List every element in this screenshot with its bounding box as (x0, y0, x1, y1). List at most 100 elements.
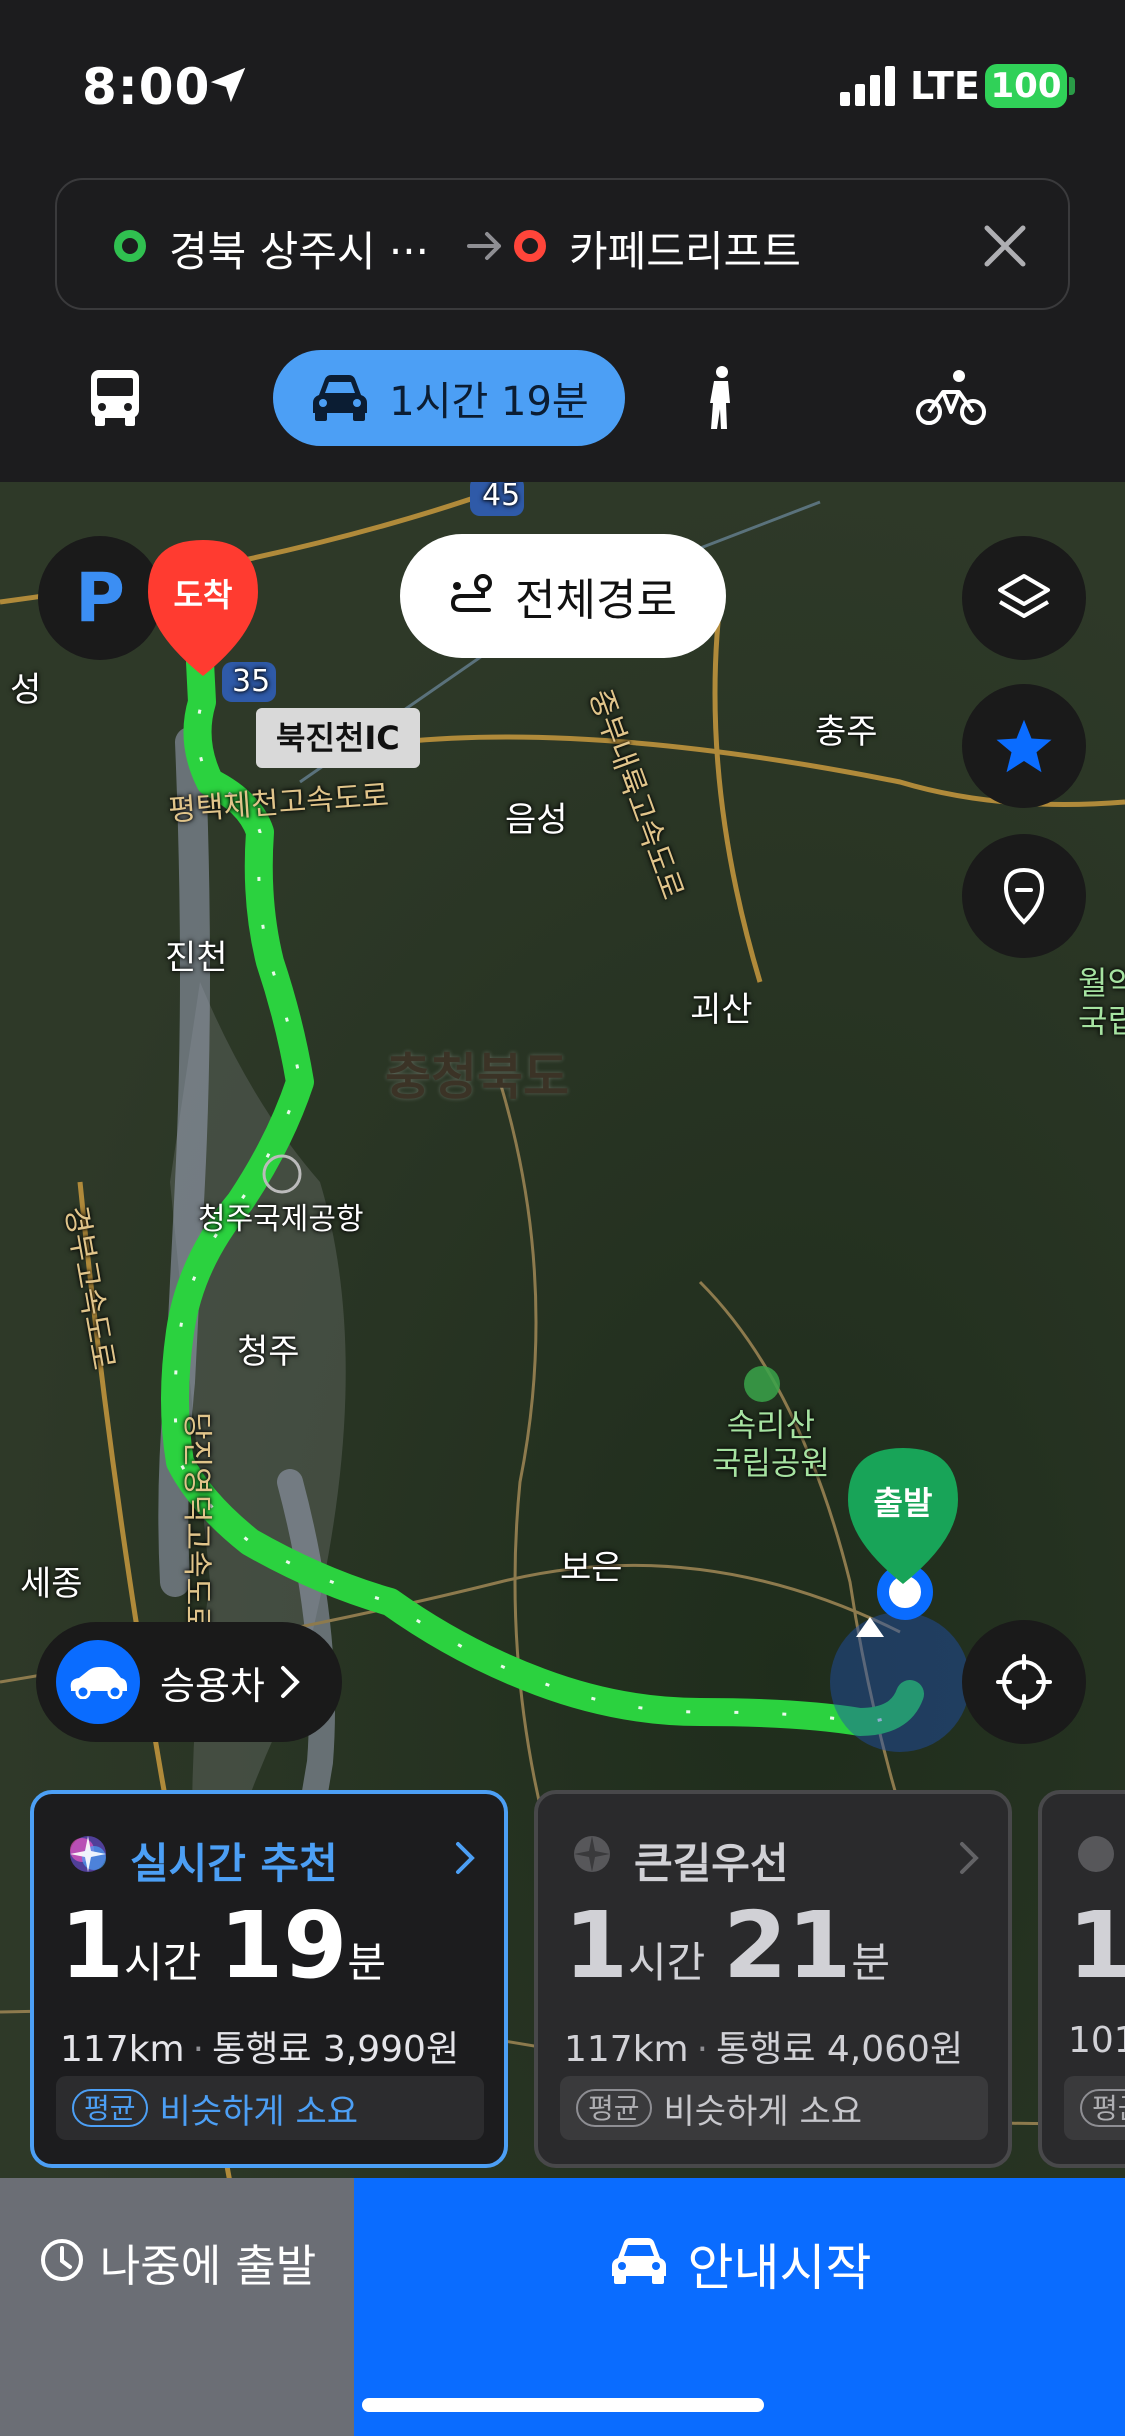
traffic-comparison: 평균 (1064, 2076, 1125, 2140)
pin-location-button[interactable] (962, 834, 1086, 958)
destination-pin-label: 도착 (173, 576, 233, 614)
sparkle-icon (574, 1836, 610, 1872)
route-distance: 117km (564, 2029, 689, 2070)
map-label-sejong: 세종 (20, 1564, 83, 1604)
destination-field[interactable]: 카페드리프트 (569, 218, 801, 279)
map-label-boeun: 보은 (560, 1548, 623, 1588)
map-label-goesan: 괴산 (690, 990, 753, 1030)
map-label-edge: 성 (10, 670, 42, 710)
origin-pin-label: 출발 (873, 1484, 933, 1522)
route-card-realtime[interactable]: 실시간 추천 1시간 19분 117km · 통행료 3,990원 평균 비슷하게 소… (30, 1790, 508, 2168)
tab-car[interactable]: 1시간 19분 (273, 350, 625, 446)
close-icon[interactable] (975, 216, 1035, 276)
route-distance: 101 (1068, 2020, 1125, 2061)
star-icon (996, 719, 1052, 773)
map-label-wolak: 월악 국립 (1078, 964, 1125, 1040)
transport-mode-tabs: 1시간 19분 (0, 340, 1125, 470)
vehicle-icon-wrap (56, 1640, 140, 1724)
highway-shield-45: 45 (482, 482, 521, 513)
sparkle-icon (1078, 1836, 1114, 1872)
average-badge: 평균 (576, 2089, 652, 2127)
duration-hours: 1 (564, 1892, 629, 1999)
duration-hours: 1 (1068, 1892, 1125, 1999)
route-card-duration: 1시간 19분 (60, 1892, 404, 1999)
bus-icon (91, 370, 139, 426)
vehicle-type-label: 승용차 (160, 1663, 265, 1708)
current-location-button[interactable] (962, 1620, 1086, 1744)
map-label-chungbuk: 충청북도 (385, 1048, 569, 1106)
destination-pin[interactable]: 도착 (140, 536, 266, 684)
map-label-songnisan: 속리산 국립공원 (712, 1406, 830, 1482)
route-arrow-icon (467, 232, 501, 260)
car-icon (313, 375, 368, 421)
bicycle-icon (916, 370, 986, 425)
tab-walk[interactable] (695, 350, 745, 446)
origin-pin[interactable]: 출발 (840, 1444, 966, 1592)
cellular-signal-icon (840, 66, 895, 106)
map-label-chungju: 충주 (815, 712, 878, 752)
traffic-comparison: 평균 비슷하게 소요 (560, 2076, 988, 2140)
average-badge: 평균 (1080, 2089, 1125, 2127)
map-label-cheongju: 청주 (237, 1332, 300, 1372)
route-toll: 통행료 3,990원 (212, 2029, 460, 2070)
parking-icon: P (75, 558, 125, 638)
chevron-right-icon (456, 1842, 475, 1874)
full-route-label: 전체경로 (515, 575, 677, 626)
location-arrow-icon (210, 67, 246, 103)
duration-minutes-unit: 분 (851, 1938, 890, 1987)
sparkle-icon (70, 1836, 106, 1872)
duration-minutes-unit: 분 (347, 1938, 386, 1987)
duration-hours: 1 (60, 1892, 125, 1999)
start-navigation-label: 안내시작 (687, 2239, 872, 2297)
depart-later-label: 나중에 출발 (99, 2241, 317, 2292)
layers-icon (998, 574, 1050, 618)
car-duration: 1시간 19분 (389, 379, 589, 425)
map-label-airport: 청주국제공항 (198, 1202, 364, 1237)
location-pin-icon (1003, 867, 1045, 925)
crosshair-icon (996, 1654, 1052, 1710)
route-card-meta: 117km · 통행료 3,990원 (60, 2029, 460, 2070)
depart-later-button[interactable]: 나중에 출발 (0, 2178, 354, 2436)
full-route-button[interactable]: 전체경로 (400, 534, 726, 658)
chevron-right-icon (280, 1666, 300, 1698)
route-card-main-road[interactable]: 큰길우선 1시간 21분 117km · 통행료 4,060원 평균 비슷하게 소요 (534, 1790, 1012, 2168)
route-card-third[interactable]: 1시 101 평균 (1038, 1790, 1125, 2168)
favorites-button[interactable] (962, 684, 1086, 808)
map-layers-button[interactable] (962, 536, 1086, 660)
origin-dot-icon (114, 230, 146, 262)
home-indicator[interactable] (362, 2398, 764, 2412)
status-time: 8:00 (82, 58, 211, 116)
route-card-title: 실시간 추천 (130, 1839, 338, 1888)
origin-field[interactable]: 경북 상주시 ··· (169, 218, 429, 279)
sedan-icon (70, 1667, 127, 1699)
vehicle-type-selector[interactable]: 승용차 (36, 1622, 342, 1742)
destination-dot-icon (514, 230, 546, 262)
route-toll: 통행료 4,060원 (716, 2029, 964, 2070)
route-distance: 117km (60, 2029, 185, 2070)
route-overview-icon (451, 574, 493, 612)
clock-icon (40, 2239, 83, 2281)
route-search-box[interactable]: 경북 상주시 ··· 카페드리프트 (55, 178, 1070, 310)
status-bar: 8:00 LTE 100 (0, 0, 1125, 170)
map-label-eumseong: 음성 (505, 800, 568, 840)
battery-indicator: 100 (985, 64, 1067, 108)
walking-icon (710, 366, 730, 429)
traffic-comparison: 평균 비슷하게 소요 (56, 2076, 484, 2140)
traffic-comparison-text: 비슷하게 소요 (663, 2091, 863, 2132)
average-badge: 평균 (72, 2089, 148, 2127)
battery-nub (1069, 77, 1075, 95)
route-card-meta: 101 (1068, 2020, 1125, 2061)
tab-transit[interactable] (80, 350, 150, 446)
duration-hours-unit: 시간 (628, 1938, 706, 1987)
car-icon (611, 2238, 666, 2284)
ic-callout: 북진천IC (256, 708, 420, 768)
traffic-comparison-text: 비슷하게 소요 (159, 2091, 359, 2132)
route-card-title: 큰길우선 (634, 1839, 789, 1888)
duration-minutes: 21 (723, 1892, 852, 1999)
route-card-duration: 1시간 21분 (564, 1892, 908, 1999)
map-label-highway-dangjin: 당진영덕고속도로 (179, 1412, 214, 1633)
duration-minutes: 19 (219, 1892, 348, 1999)
route-card-meta: 117km · 통행료 4,060원 (564, 2029, 964, 2070)
duration-hours-unit: 시간 (124, 1938, 202, 1987)
tab-bike[interactable] (915, 350, 987, 446)
